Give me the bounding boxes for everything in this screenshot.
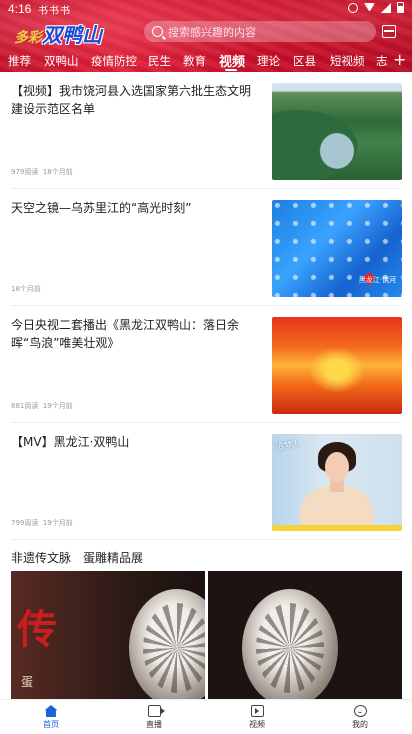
tab-epidemic[interactable]: 疫情防控 bbox=[91, 53, 137, 69]
news-item[interactable]: 【视频】我市饶河县入选国家第六批生态文明建设示范区名单 979阅读 18个月前 bbox=[0, 72, 412, 189]
tab-shuangyashan[interactable]: 双鸭山 bbox=[44, 53, 79, 69]
tab-short-video[interactable]: 短视频 bbox=[330, 53, 365, 69]
news-title: 【MV】黑龙江·双鸭山 bbox=[11, 435, 130, 449]
live-icon bbox=[147, 705, 165, 717]
nav-label: 我的 bbox=[352, 720, 368, 729]
news-meta: 799阅读 19个月前 bbox=[11, 518, 73, 528]
image-overlay-small-text: 蛋 bbox=[21, 675, 34, 689]
news-meta: 881阅读 19个月前 bbox=[11, 401, 73, 411]
logo-main: 双鸭山 bbox=[42, 23, 102, 47]
news-title: 今日央视二套播出《黑龙江双鸭山：落日余晖“鸟浪”唯美壮观》 bbox=[11, 318, 240, 350]
tab-video[interactable]: 视频 bbox=[219, 51, 245, 70]
wifi-icon bbox=[364, 3, 375, 12]
bottom-nav: 首页 直播 视频 我的 bbox=[0, 699, 412, 734]
status-bar: 4:16 书书书 bbox=[0, 0, 412, 18]
tab-theory[interactable]: 理论 bbox=[257, 53, 280, 69]
news-title: 非遗传文脉 蛋雕精品展 bbox=[11, 551, 144, 565]
app-header: 4:16 书书书 多彩双鸭山 搜索感兴趣的内容 推荐 双鸭山 疫情防控 民生 教… bbox=[0, 0, 412, 72]
image-pane-left: 传 蛋 bbox=[11, 571, 205, 699]
battery-icon bbox=[397, 2, 404, 13]
thumb-caption: 追梦人 bbox=[275, 438, 301, 453]
status-time: 4:16 bbox=[8, 2, 32, 16]
news-time: 19个月前 bbox=[42, 402, 73, 410]
presenter-face bbox=[325, 452, 349, 482]
status-notification-icons: 书书书 bbox=[38, 6, 71, 17]
nav-live[interactable]: 直播 bbox=[124, 705, 184, 730]
carved-egg-image bbox=[129, 589, 205, 699]
nav-video[interactable]: 视频 bbox=[227, 705, 287, 730]
news-thumbnail: 追梦人 bbox=[272, 434, 402, 531]
news-meta: 18个月前 bbox=[11, 284, 41, 294]
nav-home[interactable]: 首页 bbox=[21, 705, 81, 730]
news-title: 天空之镜—乌苏里江的“高光时刻” bbox=[11, 201, 192, 215]
news-thumbnail bbox=[272, 83, 402, 180]
vibrate-icon bbox=[348, 2, 358, 13]
channel-tabs: 推荐 双鸭山 疫情防控 民生 教育 视频 理论 区县 短视频 志 + bbox=[0, 50, 412, 72]
scan-icon[interactable] bbox=[382, 25, 396, 38]
cell-signal-icon bbox=[381, 2, 391, 13]
news-item-large[interactable]: 非遗传文脉 蛋雕精品展 传 蛋 bbox=[0, 540, 412, 699]
nav-label: 视频 bbox=[249, 720, 265, 729]
thumb-bottom-bar bbox=[272, 525, 402, 531]
news-time: 19个月前 bbox=[42, 519, 73, 527]
app-logo: 多彩双鸭山 bbox=[14, 19, 102, 48]
news-item[interactable]: 【MV】黑龙江·双鸭山 799阅读 19个月前 追梦人 bbox=[0, 423, 412, 540]
search-bar[interactable]: 搜索感兴趣的内容 bbox=[144, 21, 376, 42]
video-icon bbox=[250, 705, 264, 717]
image-pane-right bbox=[208, 571, 402, 699]
logo-prefix: 多彩 bbox=[14, 30, 42, 46]
search-icon bbox=[152, 26, 163, 37]
news-large-image: 传 蛋 bbox=[11, 571, 402, 699]
tab-districts[interactable]: 区县 bbox=[293, 53, 316, 69]
nav-me[interactable]: 我的 bbox=[330, 705, 390, 730]
news-feed: 【视频】我市饶河县入选国家第六批生态文明建设示范区名单 979阅读 18个月前 … bbox=[0, 72, 412, 699]
news-time: 18个月前 bbox=[42, 168, 73, 176]
active-tab-indicator bbox=[225, 69, 237, 71]
nav-label: 直播 bbox=[146, 720, 162, 729]
news-title: 【视频】我市饶河县入选国家第六批生态文明建设示范区名单 bbox=[11, 84, 252, 116]
news-meta: 979阅读 18个月前 bbox=[11, 167, 73, 177]
tab-livelihood[interactable]: 民生 bbox=[148, 53, 171, 69]
carved-egg-image bbox=[242, 589, 338, 699]
news-time: 18个月前 bbox=[11, 285, 41, 293]
search-placeholder: 搜索感兴趣的内容 bbox=[168, 25, 256, 39]
image-overlay-text: 传 bbox=[17, 606, 57, 653]
add-channel-icon[interactable]: + bbox=[393, 52, 406, 68]
news-item[interactable]: 天空之镜—乌苏里江的“高光时刻” 18个月前 黑龙江·饶河 bbox=[0, 189, 412, 306]
news-views: 881阅读 bbox=[11, 402, 39, 410]
profile-icon bbox=[353, 705, 367, 717]
tab-education[interactable]: 教育 bbox=[183, 53, 206, 69]
news-thumbnail bbox=[272, 317, 402, 414]
news-views: 979阅读 bbox=[11, 168, 39, 176]
thumb-location-badge: 黑龙江·饶河 bbox=[358, 276, 396, 284]
news-views: 799阅读 bbox=[11, 519, 39, 527]
status-right-icons bbox=[348, 2, 404, 13]
news-item[interactable]: 今日央视二套播出《黑龙江双鸭山：落日余晖“鸟浪”唯美壮观》 881阅读 19个月… bbox=[0, 306, 412, 423]
tab-recommend[interactable]: 推荐 bbox=[8, 53, 31, 69]
news-thumbnail: 黑龙江·饶河 bbox=[272, 200, 402, 297]
tab-more[interactable]: 志 bbox=[376, 53, 388, 69]
home-icon bbox=[44, 705, 58, 717]
nav-label: 首页 bbox=[43, 720, 59, 729]
